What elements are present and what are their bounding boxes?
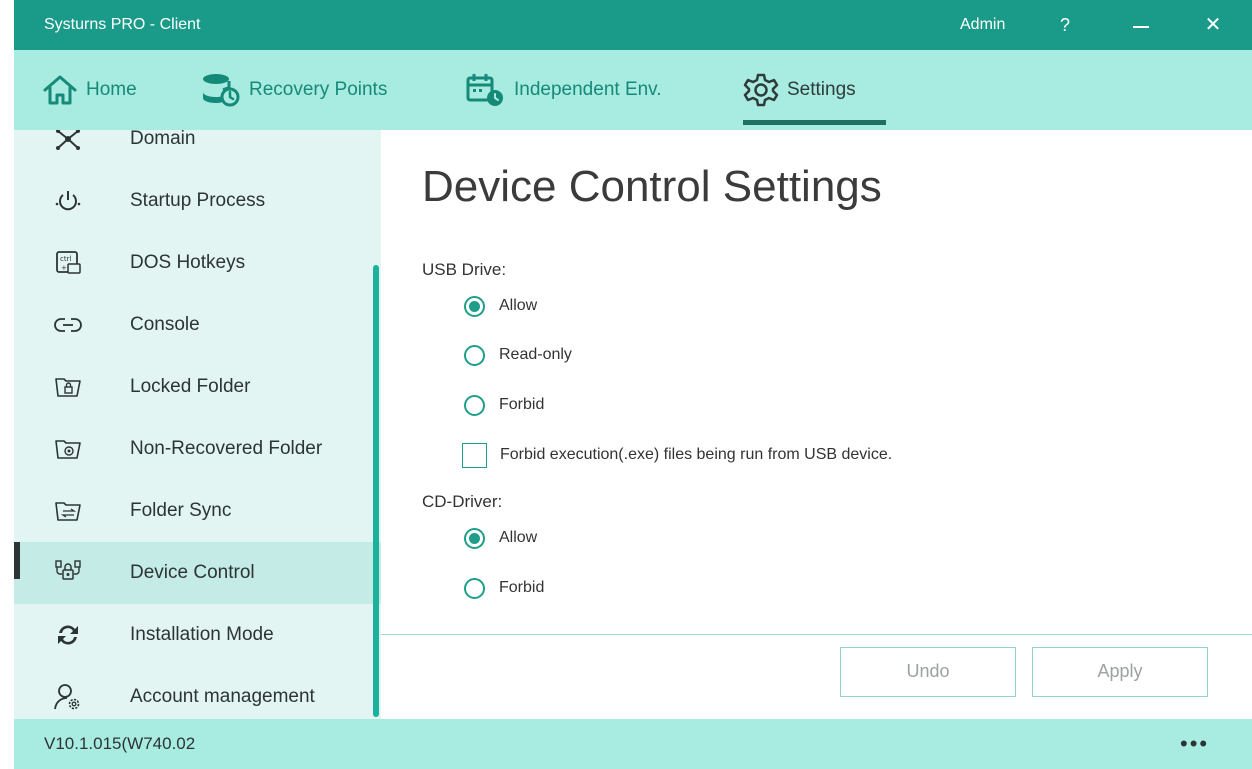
database-restore-icon [203,74,240,107]
active-tab-indicator [743,120,886,125]
usb-allow-radio[interactable]: Allow [464,291,537,321]
svg-text:ctrl: ctrl [60,255,71,263]
usb-forbid-radio-button[interactable] [464,394,485,416]
cd-allow-label: Allow [499,529,538,546]
user-gear-icon [54,684,80,710]
help-button[interactable]: ? [1050,0,1080,50]
network-icon [56,130,80,150]
usb-allow-label: Allow [499,297,538,314]
usb-allow-radio-button[interactable] [464,295,485,317]
forbid-exe-label: Forbid execution(.exe) files being run f… [500,446,893,463]
sidebar-item-device-control[interactable]: Device Control [14,542,381,604]
usb-drive-label: USB Drive: [422,260,507,279]
sidebar-item-account-management[interactable]: Account management [14,666,381,719]
usb-read-only-label: Read-only [499,346,572,363]
sidebar-item-dos-hotkeys-label: DOS Hotkeys [130,252,246,273]
undo-button[interactable]: Undo [840,647,1016,697]
forbid-exe-checkbox-row[interactable]: Forbid execution(.exe) files being run f… [462,440,892,470]
usb-read-only-radio[interactable]: Read-only [464,340,572,370]
home-icon [43,75,77,105]
left-edge [0,0,14,769]
cd-driver-label: CD-Driver: [422,492,503,511]
ctrl-key-icon: ctrl + [56,251,81,274]
close-button[interactable]: ✕ [1198,0,1228,50]
sidebar-item-installation-mode-label: Installation Mode [130,624,274,645]
active-item-marker [14,542,20,579]
sidebar-item-non-recovered-folder-label: Non-Recovered Folder [130,438,323,459]
sidebar-item-startup-process[interactable]: Startup Process [14,170,381,232]
tab-home[interactable]: Home [42,50,137,130]
sidebar-item-locked-folder-label: Locked Folder [130,376,251,397]
tab-recovery-points-label: Recovery Points [249,79,388,100]
page-title: Device Control Settings [422,162,882,211]
sidebar-item-non-recovered-folder[interactable]: Non-Recovered Folder [14,418,381,480]
window-title: Systurns PRO - Client [44,16,201,33]
sidebar-item-domain[interactable]: Domain [14,130,381,170]
sidebar-item-dos-hotkeys[interactable]: ctrl + DOS Hotkeys [14,232,381,294]
calendar-env-icon [466,74,503,106]
tab-independent-env[interactable]: Independent Env. [466,50,662,130]
sidebar-item-installation-mode[interactable]: Installation Mode [14,604,381,666]
forbid-exe-checkbox[interactable] [462,442,487,468]
link-icon [54,318,82,332]
power-icon [55,191,81,211]
sidebar-item-device-control-label: Device Control [130,562,255,583]
refresh-arrows-icon [58,625,78,645]
sidebar-scrollbar[interactable] [373,265,379,717]
content-divider [381,634,1252,635]
cd-allow-radio-button[interactable] [464,527,485,549]
tab-home-label: Home [86,79,137,100]
svg-text:+: + [61,264,67,272]
sidebar-item-locked-folder[interactable]: Locked Folder [14,356,381,418]
settings-sidebar: Domain Startup Process ctrl + DOS Hotkey… [14,130,381,719]
device-control-icon [55,560,81,580]
usb-forbid-radio[interactable]: Forbid [464,390,544,420]
window-frame: Systurns PRO - Client Admin ? ✕ Home Rec… [0,0,1252,769]
sidebar-item-folder-sync[interactable]: Folder Sync [14,480,381,542]
sidebar-item-console-label: Console [130,314,200,335]
sidebar-item-startup-process-label: Startup Process [130,190,266,211]
minimize-button[interactable] [1126,0,1156,50]
sidebar-scrollbar-thumb[interactable] [373,265,379,717]
non-recovered-folder-icon [55,440,81,459]
sidebar-item-account-management-label: Account management [130,686,315,707]
usb-read-only-radio-button[interactable] [464,344,485,366]
version-label: V10.1.015(W740.02 [44,734,196,753]
cd-forbid-radio[interactable]: Forbid [464,573,544,603]
app-window: Systurns PRO - Client Admin ? ✕ Home Rec… [14,0,1252,769]
tab-settings-label: Settings [787,79,856,100]
admin-user-link[interactable]: Admin [960,0,1005,50]
gear-icon [743,73,779,107]
folder-sync-icon [55,502,81,521]
cd-forbid-radio-button[interactable] [464,577,485,599]
cd-allow-radio[interactable]: Allow [464,523,537,553]
tab-settings[interactable]: Settings [743,50,856,130]
sidebar-item-folder-sync-label: Folder Sync [130,500,232,521]
apply-button[interactable]: Apply [1032,647,1208,697]
locked-folder-icon [55,378,81,397]
tab-recovery-points[interactable]: Recovery Points [201,50,387,130]
more-options-button[interactable]: ••• [1180,719,1209,769]
tab-independent-env-label: Independent Env. [514,79,662,100]
main-content: Device Control Settings USB Drive: Allow… [381,130,1252,719]
sidebar-item-domain-label: Domain [130,130,196,149]
cd-forbid-label: Forbid [499,579,545,596]
main-nav: Home Recovery Points Independent Env. Se… [14,50,1252,130]
title-bar: Systurns PRO - Client Admin ? ✕ [14,0,1252,50]
status-bar: V10.1.015(W740.02 ••• [14,719,1252,769]
usb-forbid-label: Forbid [499,396,545,413]
sidebar-item-console[interactable]: Console [14,294,381,356]
